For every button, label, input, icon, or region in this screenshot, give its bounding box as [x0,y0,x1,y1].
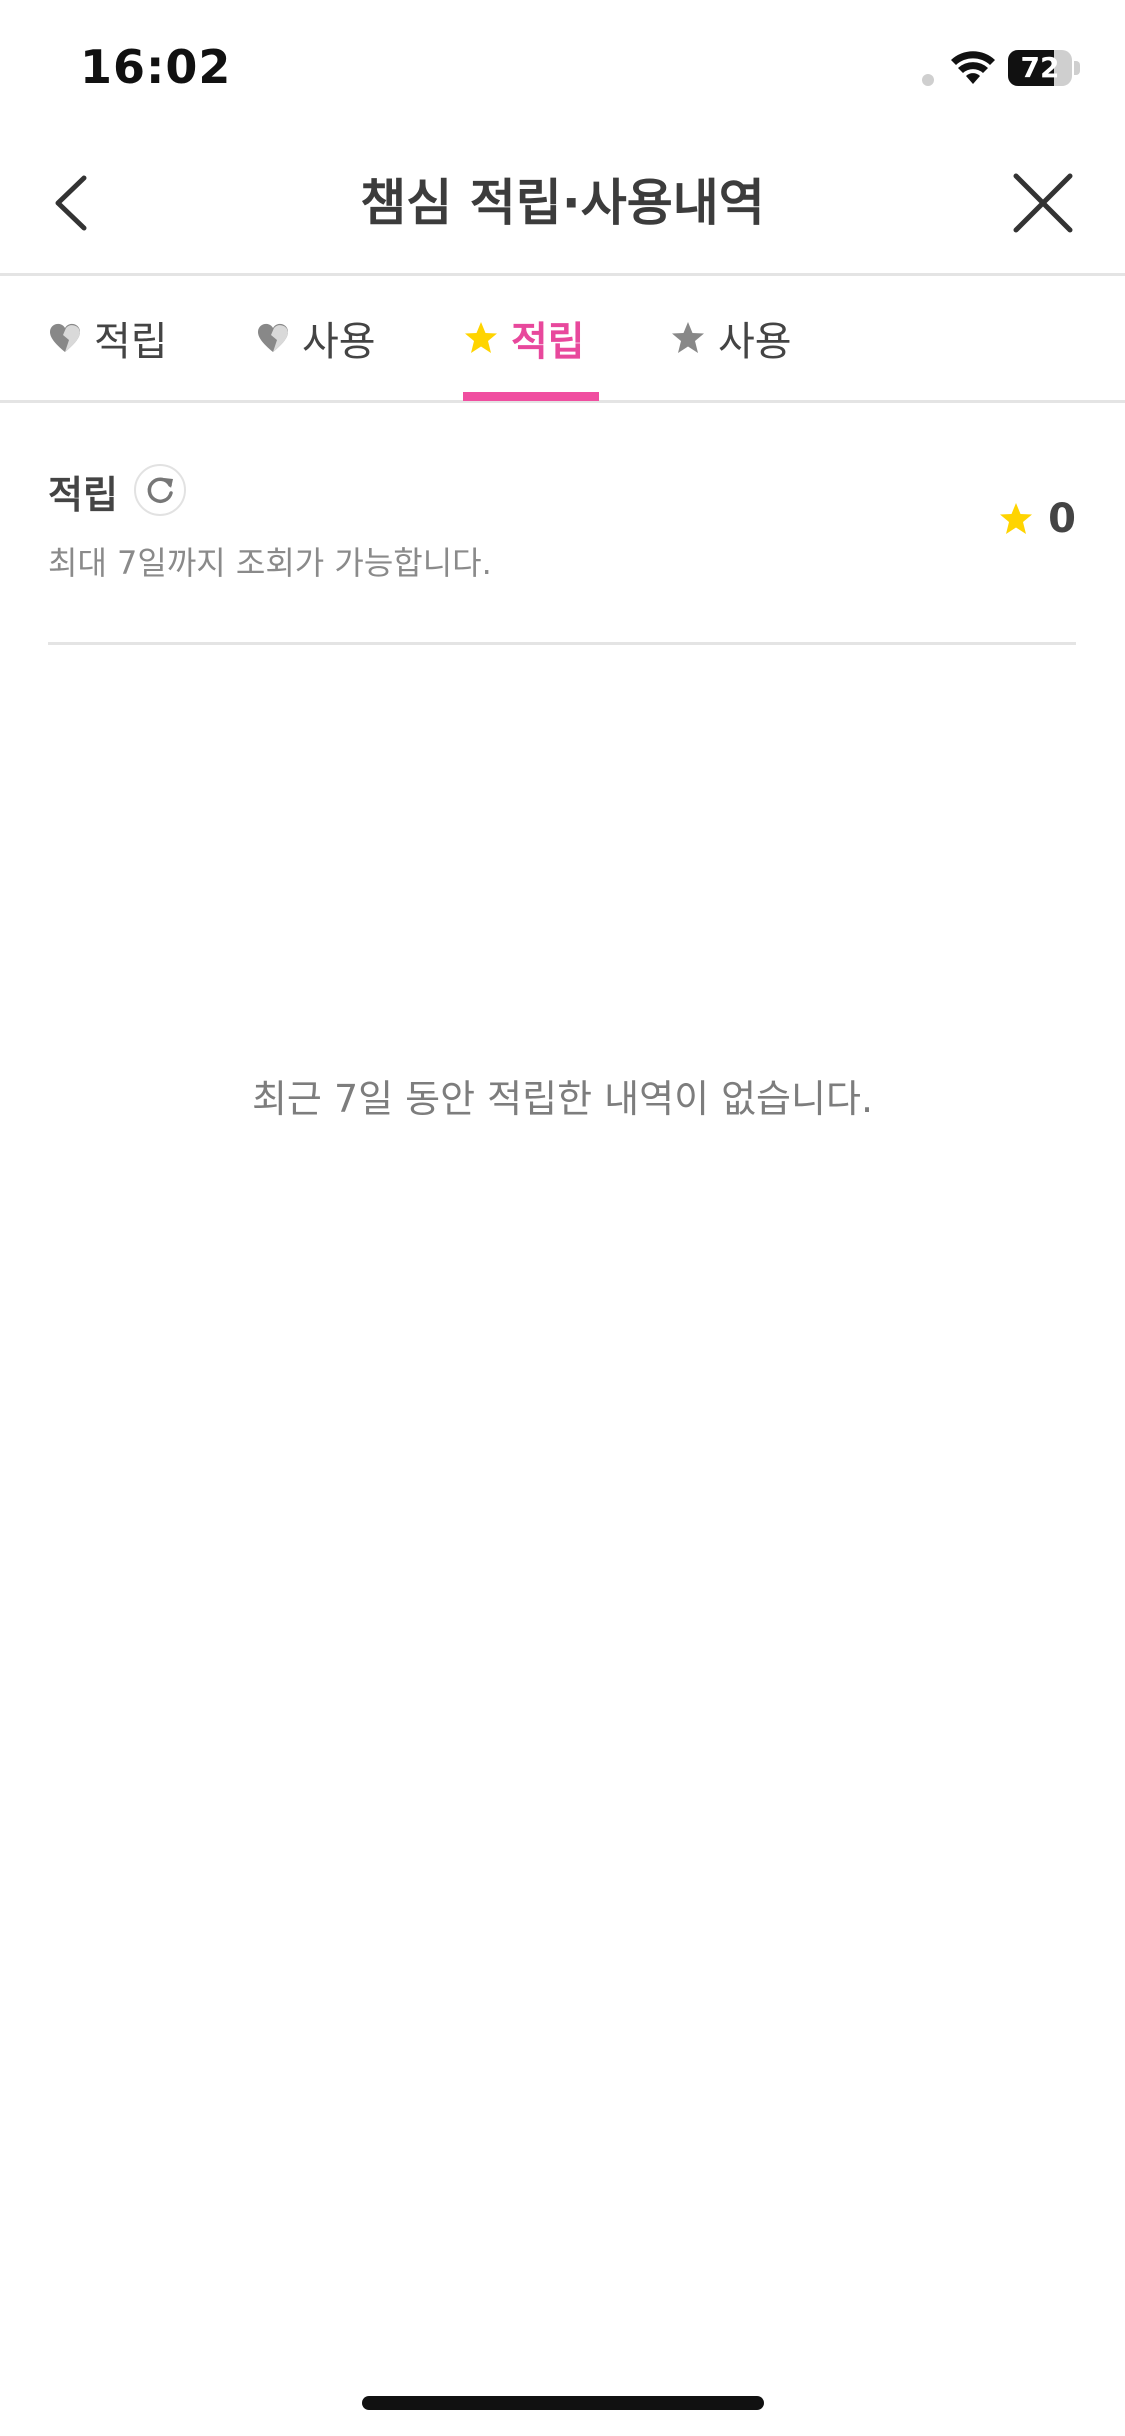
battery-cap [1074,61,1080,75]
summary-section: 적립 최대 7일까지 조회가 가능합니다. 0 [48,400,1076,645]
summary-description: 최대 7일까지 조회가 가능합니다. [48,544,492,582]
status-dot [922,74,934,86]
heart-icon [49,323,81,352]
empty-message: 최근 7일 동안 적립한 내역이 없습니다. [251,1077,874,1121]
status-time: 16:02 [80,40,232,94]
close-button[interactable] [1008,168,1078,238]
tab-heart-use[interactable]: 사용 [256,276,376,400]
star-icon [672,322,704,353]
tab-label: 사용 [718,319,792,365]
wifi-icon [951,51,995,84]
tab-label: 사용 [302,319,376,365]
tab-star-use[interactable]: 사용 [670,276,792,400]
home-indicator [362,2396,764,2410]
tab-star-earn[interactable]: 적립 [463,276,585,400]
star-icon [1000,503,1033,534]
tab-label: 적립 [511,319,585,365]
tab-bar: 적립 사용 적립 사용 [0,276,1125,403]
battery-icon: 72 [1008,50,1080,86]
refresh-button[interactable] [134,464,186,516]
battery-level: 72 [1020,51,1060,84]
summary-title: 적립 [48,473,118,517]
close-icon [1013,173,1073,233]
tab-heart-earn[interactable]: 적립 [48,276,168,400]
summary-count-value: 0 [1048,496,1076,542]
status-bar: 16:02 72 [0,0,1125,135]
summary-count: 0 [998,496,1076,542]
page-title: 챔심 적립·사용내역 [360,174,765,232]
star-icon [465,322,497,353]
nav-bar: 챔심 적립·사용내역 [0,135,1125,276]
battery-body: 72 [1008,50,1072,86]
heart-icon [257,323,289,352]
refresh-icon [147,477,173,503]
tab-label: 적립 [94,319,168,365]
